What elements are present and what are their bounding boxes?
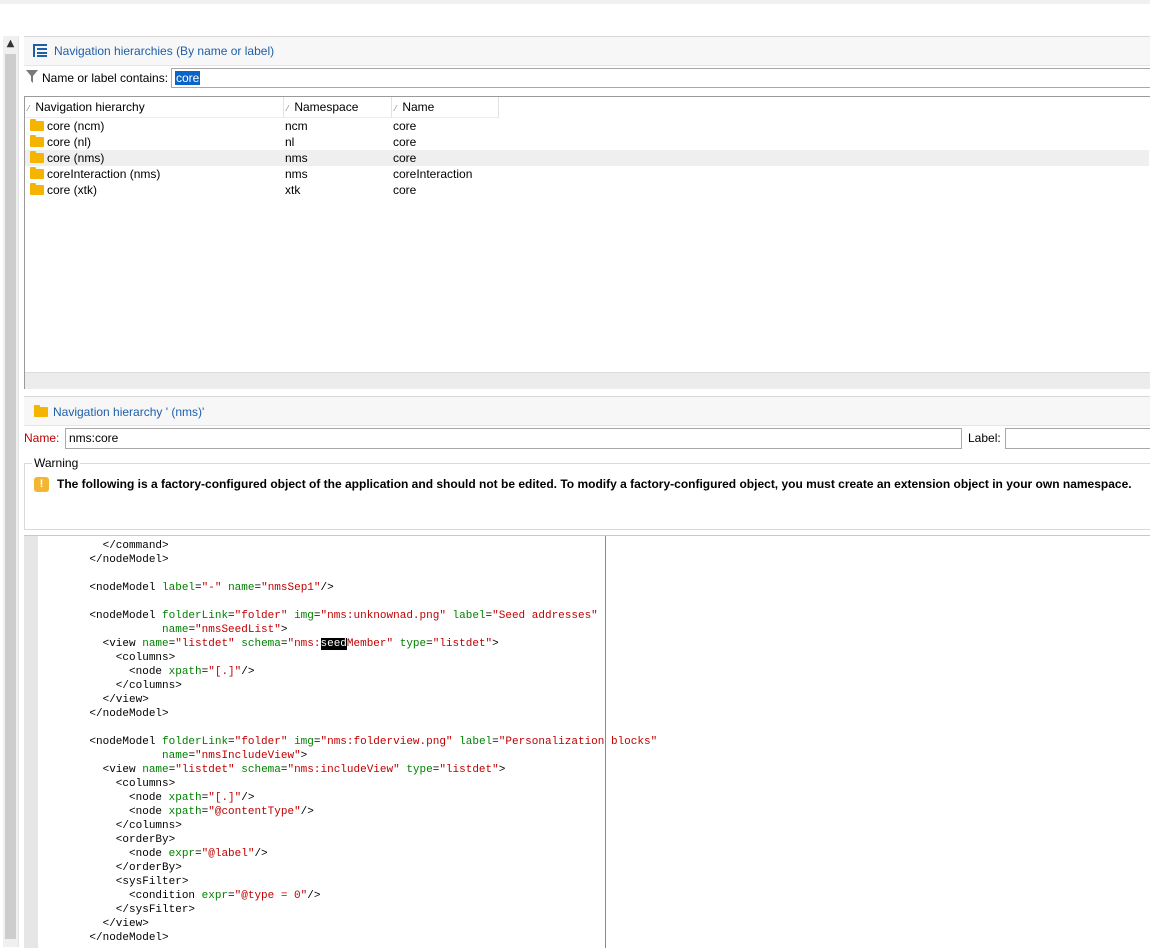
column-header-hierarchy[interactable]: ⁄ Navigation hierarchy <box>25 97 284 118</box>
label-field[interactable] <box>1005 428 1150 449</box>
cell-namespace: nms <box>285 151 308 165</box>
table-row[interactable]: coreInteraction (nms) nms coreInteractio… <box>25 166 1149 182</box>
table-row-selected[interactable]: core (nms) nms core <box>25 150 1149 166</box>
folder-icon <box>30 183 44 195</box>
filter-label: Name or label contains: <box>42 71 169 85</box>
cell-name: core <box>393 183 417 197</box>
funnel-icon <box>26 70 38 83</box>
name-label: Name: <box>24 431 60 445</box>
grid-footer <box>25 372 1150 389</box>
filter-input-value[interactable]: core <box>175 71 201 85</box>
list-panel-header: Navigation hierarchies (By name or label… <box>24 36 1150 66</box>
detail-panel-title: Navigation hierarchy ' (nms)' <box>53 405 205 419</box>
cell-hierarchy: core (xtk) <box>47 183 98 197</box>
name-field[interactable]: nms:core <box>65 428 962 449</box>
top-bar <box>0 0 1150 4</box>
cell-hierarchy: core (nms) <box>47 151 105 165</box>
cell-name: core <box>393 135 417 149</box>
hierarchy-icon <box>33 44 47 57</box>
editor-code[interactable]: </command> </nodeModel> <nodeModel label… <box>63 539 657 945</box>
hierarchy-grid[interactable]: ⁄ Navigation hierarchy ⁄ Namespace ⁄ Name c… <box>24 96 1150 389</box>
column-header-namespace[interactable]: ⁄ Namespace <box>284 97 392 118</box>
filter-input[interactable]: core <box>171 68 1150 88</box>
editor-gutter <box>24 536 38 948</box>
warning-icon: ! <box>34 477 49 492</box>
cell-hierarchy: coreInteraction (nms) <box>47 167 161 181</box>
cell-hierarchy: core (nl) <box>47 135 92 149</box>
detail-panel-header: Navigation hierarchy ' (nms)' <box>24 396 1150 426</box>
scroll-thumb[interactable] <box>5 54 16 939</box>
cell-hierarchy: core (ncm) <box>47 119 105 133</box>
warning-legend: Warning <box>32 456 81 470</box>
cell-name: core <box>393 151 417 165</box>
folder-icon <box>30 151 44 163</box>
cell-name: coreInteraction <box>393 167 473 181</box>
sort-icon: ⁄ <box>395 104 397 113</box>
xml-editor[interactable]: </command> </nodeModel> <nodeModel label… <box>24 535 1150 948</box>
sort-icon: ⁄ <box>28 104 30 113</box>
table-row[interactable]: core (xtk) xtk core <box>25 182 1149 198</box>
cell-namespace: ncm <box>285 119 308 133</box>
scroll-up-icon[interactable]: ▲ <box>3 36 18 52</box>
list-panel-title: Navigation hierarchies (By name or label… <box>54 44 275 58</box>
table-row[interactable]: core (nl) nl core <box>25 134 1149 150</box>
warning-text: The following is a factory-configured ob… <box>57 477 1132 491</box>
warning-box <box>24 463 1150 530</box>
cell-name: core <box>393 119 417 133</box>
cell-namespace: nl <box>285 135 295 149</box>
folder-icon <box>30 135 44 147</box>
cell-namespace: nms <box>285 167 308 181</box>
label-label: Label: <box>968 431 1001 445</box>
column-header-name[interactable]: ⁄ Name <box>392 97 499 118</box>
vertical-scrollbar[interactable]: ▲ <box>3 36 19 947</box>
folder-icon <box>30 119 44 131</box>
cell-namespace: xtk <box>285 183 301 197</box>
sort-icon: ⁄ <box>287 104 289 113</box>
folder-icon <box>34 405 48 417</box>
table-row[interactable]: core (ncm) ncm core <box>25 118 1149 134</box>
folder-icon <box>30 167 44 179</box>
